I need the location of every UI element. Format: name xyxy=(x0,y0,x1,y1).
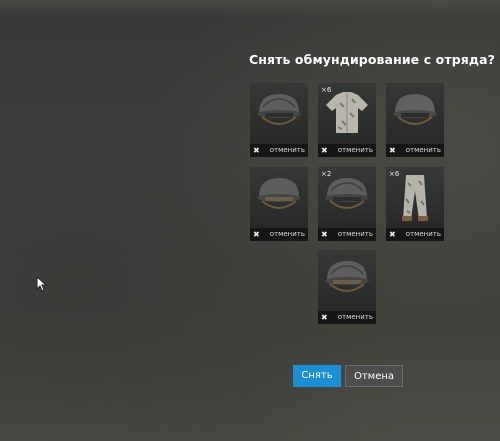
item-count: ×6 xyxy=(389,170,400,178)
close-icon: ✖ xyxy=(389,230,396,239)
equipment-image xyxy=(386,83,444,143)
equipment-image xyxy=(250,83,308,143)
helmet-icon xyxy=(257,178,301,209)
equipment-card-pants: ×6 ✖ отменить xyxy=(386,167,444,241)
helmet-icon xyxy=(325,261,369,292)
cancel-bar[interactable]: ✖ отменить xyxy=(386,144,444,157)
equipment-image xyxy=(318,250,376,310)
equipment-card-helmet: ✖ отменить xyxy=(250,167,308,241)
equipment-card-helmet: ✖ отменить xyxy=(386,83,444,157)
cancel-bar[interactable]: ✖ отменить xyxy=(318,228,376,241)
close-icon: ✖ xyxy=(321,230,328,239)
cancel-label: отменить xyxy=(337,146,373,154)
confirm-remove-button[interactable]: Снять xyxy=(293,365,341,387)
dialog-title: Снять обмундирование с отряда? xyxy=(249,52,495,67)
mouse-cursor-icon xyxy=(36,276,48,292)
cancel-label: отменить xyxy=(337,313,373,321)
cancel-bar[interactable]: ✖ отменить xyxy=(386,228,444,241)
helmet-icon xyxy=(257,94,301,125)
close-icon: ✖ xyxy=(253,230,260,239)
helmet-icon xyxy=(393,94,437,125)
cancel-label: отменить xyxy=(405,146,441,154)
close-icon: ✖ xyxy=(389,146,396,155)
cancel-label: отменить xyxy=(269,146,305,154)
close-icon: ✖ xyxy=(321,313,328,322)
cancel-label: отменить xyxy=(337,230,373,238)
equipment-card-helmet: ✖ отменить xyxy=(318,250,376,324)
cancel-bar[interactable]: ✖ отменить xyxy=(250,228,308,241)
cancel-bar[interactable]: ✖ отменить xyxy=(318,311,376,324)
cancel-bar[interactable]: ✖ отменить xyxy=(250,144,308,157)
close-icon: ✖ xyxy=(321,146,328,155)
equipment-image xyxy=(250,167,308,227)
cancel-label: отменить xyxy=(269,230,305,238)
cancel-label: отменить xyxy=(405,230,441,238)
cancel-bar[interactable]: ✖ отменить xyxy=(318,144,376,157)
cancel-button[interactable]: Отмена xyxy=(345,365,403,387)
close-icon: ✖ xyxy=(253,146,260,155)
equipment-card-helmet: ×2 ✖ отменить xyxy=(318,167,376,241)
item-count: ×2 xyxy=(321,170,332,178)
item-count: ×6 xyxy=(321,86,332,94)
equipment-card-helmet: ✖ отменить xyxy=(250,83,308,157)
equipment-card-shirt: ×6 ✖ отменить xyxy=(318,83,376,157)
